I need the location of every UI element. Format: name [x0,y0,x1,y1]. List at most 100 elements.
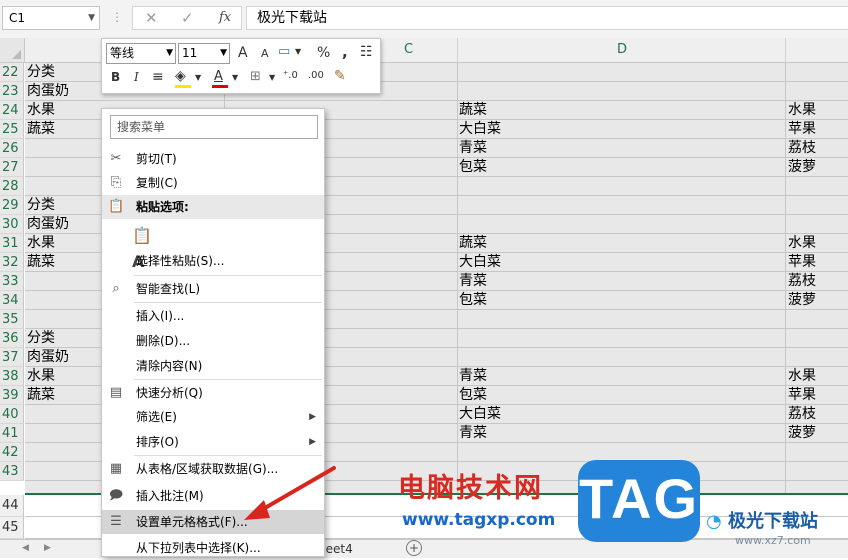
table-cell[interactable]: 蔬菜 [459,234,487,253]
menu-item-delete[interactable]: 删除(D)... [102,329,324,353]
align-center-icon[interactable]: ≡ [152,69,164,85]
table-cell[interactable]: 大白菜 [459,405,501,424]
row-header[interactable]: 33 [0,272,24,291]
menu-item-pick-from-dropdown[interactable]: 从下拉列表中选择(K)... [102,536,324,560]
menu-item-insert[interactable]: 插入(I)... [102,304,324,328]
row-header[interactable]: 38 [0,367,24,386]
column-header-c[interactable]: C [404,42,413,57]
name-box[interactable]: C1 ▼ [2,6,100,30]
row-header[interactable]: 22 [0,63,24,82]
table-cell[interactable]: 包菜 [459,158,487,177]
menu-item-quick-analysis[interactable]: ▤ 快速分析(Q) [102,381,324,405]
row-header[interactable]: 29 [0,196,24,215]
font-color-icon[interactable]: A [214,69,223,84]
table-cell[interactable]: 水果 [788,367,816,386]
chevron-down-icon[interactable]: ▼ [166,44,173,63]
row-header[interactable]: 44 [0,495,24,517]
select-all-corner[interactable] [0,38,25,62]
row-header[interactable]: 25 [0,120,24,139]
row-header[interactable]: 27 [0,158,24,177]
chevron-down-icon[interactable]: ▼ [232,73,238,82]
bold-icon[interactable]: B [111,70,120,84]
row-header[interactable]: 32 [0,253,24,272]
row-header[interactable]: 28 [0,177,24,196]
menu-item-clear-contents[interactable]: 清除内容(N) [102,354,324,378]
menu-item-paste-special[interactable]: 选择性粘贴(S)... [102,249,324,273]
column-header-d[interactable]: D [617,42,627,57]
row-header[interactable]: 37 [0,348,24,367]
add-sheet-icon[interactable]: + [406,540,422,556]
formula-input[interactable]: 极光下载站 [246,6,848,30]
row-header[interactable]: 34 [0,291,24,310]
chevron-down-icon[interactable]: ▼ [195,73,201,82]
row-header[interactable]: 30 [0,215,24,234]
percent-style-icon[interactable]: % [317,45,330,61]
menu-search-input[interactable]: 搜索菜单 [110,115,318,139]
table-cell[interactable]: 菠萝 [788,424,816,443]
comma-style-icon[interactable]: , [342,43,348,61]
table-cell[interactable]: 肉蛋奶 [27,348,69,367]
row-header[interactable]: 40 [0,405,24,424]
paste-icon[interactable]: 📋A [132,223,154,271]
table-cell[interactable]: 肉蛋奶 [27,82,69,101]
table-cell[interactable]: 蔬菜 [27,120,55,139]
menu-item-copy[interactable]: ⎘ 复制(C) [102,171,324,195]
row-header[interactable]: 41 [0,424,24,443]
table-cell[interactable]: 苹果 [788,120,816,139]
enter-icon[interactable]: ✓ [181,9,194,27]
table-cell[interactable]: 分类 [27,63,55,82]
row-header[interactable]: 45 [0,517,24,539]
table-cell[interactable]: 蔬菜 [27,386,55,405]
table-cell[interactable]: 菠萝 [788,158,816,177]
row-header[interactable]: 39 [0,386,24,405]
row-header[interactable]: 35 [0,310,24,329]
row-header[interactable]: 42 [0,443,24,462]
table-cell[interactable]: 青菜 [459,424,487,443]
table-cell[interactable]: 水果 [27,101,55,120]
table-cell[interactable]: 苹果 [788,253,816,272]
row-header[interactable]: 26 [0,139,24,158]
tab-scroll-right-icon[interactable]: ▶ [44,543,51,553]
row-header[interactable]: 43 [0,462,24,481]
row-header[interactable]: 36 [0,329,24,348]
italic-icon[interactable]: I [134,70,139,84]
table-cell[interactable]: 青菜 [459,139,487,158]
chevron-down-icon[interactable]: ▼ [88,7,95,29]
table-cell[interactable]: 荔枝 [788,405,816,424]
table-cell[interactable]: 包菜 [459,291,487,310]
tab-scroll-left-icon[interactable]: ◀ [22,543,29,553]
table-cell[interactable]: 大白菜 [459,253,501,272]
increase-decimal-icon[interactable]: ⁺.0 [283,70,298,81]
table-cell[interactable]: 包菜 [459,386,487,405]
chevron-down-icon[interactable]: ▼ [269,73,275,82]
row-header[interactable]: 31 [0,234,24,253]
table-cell[interactable]: 水果 [27,234,55,253]
table-cell[interactable]: 分类 [27,329,55,348]
font-name-select[interactable]: 等线 ▼ [106,43,176,64]
format-table-icon[interactable]: ☷ [360,44,373,60]
table-cell[interactable]: 水果 [788,101,816,120]
chevron-down-icon[interactable]: ▼ [295,47,301,56]
shrink-font-icon[interactable]: A [261,47,269,60]
row-header[interactable]: 24 [0,101,24,120]
table-cell[interactable]: 蔬菜 [459,101,487,120]
table-cell[interactable]: 菠萝 [788,291,816,310]
table-cell[interactable]: 肉蛋奶 [27,215,69,234]
chevron-down-icon[interactable]: ▼ [220,44,227,63]
table-cell[interactable]: 青菜 [459,367,487,386]
table-cell[interactable]: 青菜 [459,272,487,291]
row-header[interactable]: 23 [0,82,24,101]
table-cell[interactable]: 荔枝 [788,139,816,158]
format-painter-icon[interactable]: ✎ [334,68,346,84]
menu-item-smart-lookup[interactable]: ⌕ 智能查找(L) [102,277,324,301]
menu-item-filter[interactable]: 筛选(E) ▶ [102,405,324,429]
table-cell[interactable]: 大白菜 [459,120,501,139]
menu-item-sort[interactable]: 排序(O) ▶ [102,430,324,454]
decrease-decimal-icon[interactable]: .00 [308,70,324,81]
table-cell[interactable]: 分类 [27,196,55,215]
cancel-icon[interactable]: ✕ [145,9,158,27]
fill-color-icon[interactable]: ◈ [175,68,186,84]
table-cell[interactable]: 蔬菜 [27,253,55,272]
accounting-format-icon[interactable]: ▭ [278,44,290,59]
font-size-select[interactable]: 11 ▼ [178,43,230,64]
